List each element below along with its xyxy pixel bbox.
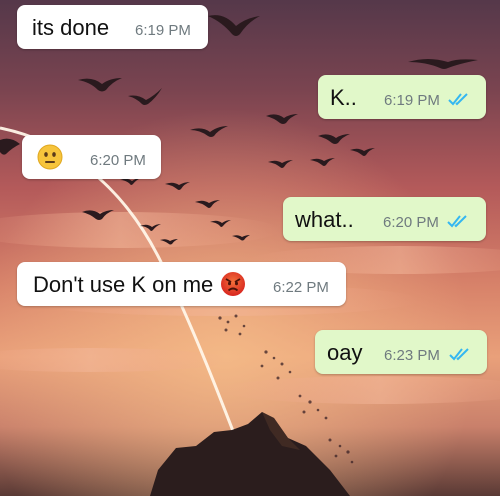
- message-timestamp: 6:23 PM: [384, 347, 440, 364]
- message-bubble-incoming[interactable]: 6:20 PM: [22, 135, 161, 179]
- message-timestamp: 6:20 PM: [90, 152, 146, 169]
- message-text: Don't use K on me: [33, 272, 214, 297]
- message-bubble-outgoing[interactable]: oay 6:23 PM: [315, 330, 487, 374]
- neutral-face-icon: [37, 144, 63, 170]
- message-timestamp: 6:19 PM: [384, 92, 440, 109]
- message-text: what..: [295, 207, 354, 232]
- read-receipt-icon: [448, 93, 468, 106]
- message-bubble-incoming[interactable]: its done 6:19 PM: [17, 5, 208, 49]
- message-text: oay: [327, 340, 363, 365]
- message-bubble-outgoing[interactable]: what.. 6:20 PM: [283, 197, 486, 241]
- message-text: K..: [330, 85, 357, 110]
- message-timestamp: 6:19 PM: [135, 22, 191, 39]
- read-receipt-icon: [449, 348, 469, 361]
- message-text: its done: [32, 15, 110, 40]
- read-receipt-icon: [447, 215, 467, 228]
- message-bubble-incoming[interactable]: Don't use K on me 6:22 PM: [17, 262, 346, 306]
- message-timestamp: 6:22 PM: [273, 279, 329, 296]
- chat-conversation: its done 6:19 PM K.. 6:19 PM 6:20 PM wha…: [0, 0, 500, 496]
- message-timestamp: 6:20 PM: [383, 214, 439, 231]
- message-bubble-outgoing[interactable]: K.. 6:19 PM: [318, 75, 486, 119]
- angry-face-icon: [221, 272, 245, 296]
